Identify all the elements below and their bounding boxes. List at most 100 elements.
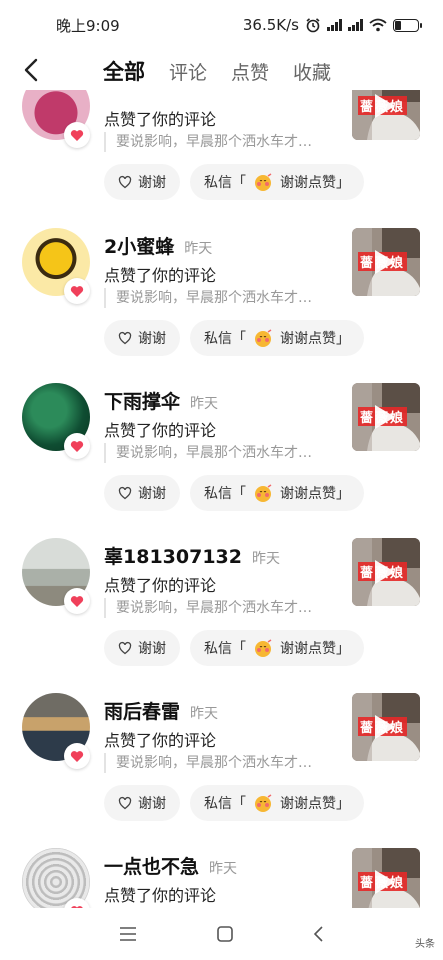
action-buttons: 谢谢 私信「 谢谢点赞」 — [104, 630, 364, 666]
heart-icon — [64, 433, 90, 459]
thanks-icon — [118, 331, 132, 345]
nav-bar: 全部 评论 点赞 收藏 — [0, 50, 443, 90]
thanks-button[interactable]: 谢谢 — [104, 320, 180, 356]
user-name[interactable]: 下雨撑伞 — [104, 387, 180, 414]
play-icon — [375, 870, 395, 894]
thanks-button[interactable]: 谢谢 — [104, 475, 180, 511]
play-icon — [375, 94, 395, 118]
watermark: 头条 — [415, 939, 435, 950]
list-item[interactable]: 辜181307132 昨天 点赞了你的评论 要说影响，早晨那个洒水车才… 谢谢 … — [0, 538, 443, 693]
video-thumbnail[interactable]: 薔薇娘 — [352, 383, 420, 451]
tab-bar: 全部 评论 点赞 收藏 — [103, 56, 331, 86]
play-icon — [375, 405, 395, 429]
status-bar: 晚上9:09 36.5K/s — [0, 0, 443, 50]
status-time: 晚上9:09 — [56, 16, 120, 35]
dm-reply-text: 谢谢点赞」 — [280, 331, 350, 347]
action-text: 点赞了你的评论 — [104, 731, 217, 750]
video-thumbnail[interactable]: 薔薇娘 — [352, 228, 420, 296]
dm-label: 私信「 — [204, 796, 246, 812]
blush-emoji-icon — [255, 639, 272, 657]
quoted-comment[interactable]: 要说影响，早晨那个洒水车才… — [104, 132, 344, 152]
action-text: 点赞了你的评论 — [104, 576, 217, 595]
heart-icon — [64, 588, 90, 614]
video-thumbnail[interactable]: 薔薇娘 — [352, 538, 420, 606]
name-row: 辜181307132 昨天 — [104, 542, 280, 569]
timestamp: 昨天 — [190, 396, 219, 412]
blush-emoji-icon — [255, 329, 272, 347]
heart-icon — [64, 278, 90, 304]
chevron-left-icon[interactable] — [18, 56, 46, 84]
dm-button[interactable]: 私信「 谢谢点赞」 — [190, 630, 364, 666]
video-thumbnail[interactable]: 薔薇娘 — [352, 90, 420, 140]
quoted-comment[interactable]: 要说影响，早晨那个洒水车才… — [104, 753, 344, 773]
action-buttons: 谢谢 私信「 谢谢点赞」 — [104, 164, 364, 200]
dm-button[interactable]: 私信「 谢谢点赞」 — [190, 785, 364, 821]
user-name[interactable]: 辜181307132 — [104, 542, 242, 569]
dm-label: 私信「 — [204, 486, 246, 502]
video-thumbnail[interactable]: 薔薇娘 — [352, 693, 420, 761]
list-item[interactable]: 一点也不急 昨天 点赞了你的评论 薔薇娘 — [0, 848, 443, 908]
timestamp: 昨天 — [184, 241, 213, 257]
dm-button[interactable]: 私信「 谢谢点赞」 — [190, 475, 364, 511]
tab-comments[interactable]: 评论 — [169, 58, 207, 85]
timestamp: 昨天 — [209, 861, 238, 877]
thanks-label: 谢谢 — [138, 175, 166, 191]
name-row: 下雨撑伞 昨天 — [104, 387, 218, 414]
dm-reply-text: 谢谢点赞」 — [280, 175, 350, 191]
dm-button[interactable]: 私信「 谢谢点赞」 — [190, 320, 364, 356]
thanks-icon — [118, 796, 132, 810]
blush-emoji-icon — [255, 484, 272, 502]
dm-button[interactable]: 私信「 谢谢点赞」 — [190, 164, 364, 200]
list-item[interactable]: 2小蜜蜂 昨天 点赞了你的评论 要说影响，早晨那个洒水车才… 谢谢 私信「 谢谢… — [0, 228, 443, 383]
name-row: 雨后春雷 昨天 — [104, 697, 218, 724]
tab-likes[interactable]: 点赞 — [231, 58, 269, 85]
tab-favorites[interactable]: 收藏 — [293, 58, 331, 85]
dm-label: 私信「 — [204, 331, 246, 347]
thanks-button[interactable]: 谢谢 — [104, 630, 180, 666]
action-buttons: 谢谢 私信「 谢谢点赞」 — [104, 785, 364, 821]
user-name[interactable]: 一点也不急 — [104, 852, 199, 879]
blush-emoji-icon — [255, 794, 272, 812]
list-item[interactable]: 下雨撑伞 昨天 点赞了你的评论 要说影响，早晨那个洒水车才… 谢谢 私信「 谢谢… — [0, 383, 443, 538]
alarm-icon — [306, 18, 320, 33]
quoted-comment[interactable]: 要说影响，早晨那个洒水车才… — [104, 288, 344, 308]
dm-label: 私信「 — [204, 641, 246, 657]
back-icon[interactable] — [313, 926, 325, 942]
hd-signal-icon — [348, 19, 363, 31]
timestamp: 昨天 — [190, 706, 219, 722]
thanks-button[interactable]: 谢谢 — [104, 164, 180, 200]
user-name[interactable]: 2小蜜蜂 — [104, 232, 174, 259]
status-icons: 36.5K/s — [242, 16, 422, 34]
battery-icon — [393, 18, 422, 32]
quoted-comment[interactable]: 要说影响，早晨那个洒水车才… — [104, 598, 344, 618]
thanks-label: 谢谢 — [138, 796, 166, 812]
play-icon — [375, 715, 395, 739]
wifi-icon — [369, 18, 387, 32]
action-text: 点赞了你的评论 — [104, 110, 217, 129]
dm-reply-text: 谢谢点赞」 — [280, 641, 350, 657]
action-buttons: 谢谢 私信「 谢谢点赞」 — [104, 320, 364, 356]
video-thumbnail[interactable]: 薔薇娘 — [352, 848, 420, 908]
name-row: 2小蜜蜂 昨天 — [104, 232, 212, 259]
thanks-icon — [118, 175, 132, 189]
home-icon[interactable] — [216, 926, 233, 942]
dm-reply-text: 谢谢点赞」 — [280, 796, 350, 812]
play-icon — [375, 250, 395, 274]
action-text: 点赞了你的评论 — [104, 421, 217, 440]
dm-reply-text: 谢谢点赞」 — [280, 486, 350, 502]
thanks-label: 谢谢 — [138, 641, 166, 657]
thanks-button[interactable]: 谢谢 — [104, 785, 180, 821]
list-item[interactable]: 点赞了你的评论 要说影响，早晨那个洒水车才… 谢谢 私信「 谢谢点赞」 薔薇娘 — [0, 90, 443, 227]
notification-list: 点赞了你的评论 要说影响，早晨那个洒水车才… 谢谢 私信「 谢谢点赞」 薔薇娘 … — [0, 90, 443, 908]
menu-icon[interactable] — [119, 926, 137, 942]
tab-all[interactable]: 全部 — [103, 56, 145, 86]
action-buttons: 谢谢 私信「 谢谢点赞」 — [104, 475, 364, 511]
quoted-comment[interactable]: 要说影响，早晨那个洒水车才… — [104, 443, 344, 463]
thanks-icon — [118, 641, 132, 655]
list-item[interactable]: 雨后春雷 昨天 点赞了你的评论 要说影响，早晨那个洒水车才… 谢谢 私信「 谢谢… — [0, 693, 443, 848]
action-text: 点赞了你的评论 — [104, 886, 217, 905]
network-speed: 36.5K/s — [242, 16, 299, 34]
heart-icon — [64, 122, 90, 148]
system-nav-bar: 头条 — [0, 908, 443, 960]
user-name[interactable]: 雨后春雷 — [104, 697, 180, 724]
